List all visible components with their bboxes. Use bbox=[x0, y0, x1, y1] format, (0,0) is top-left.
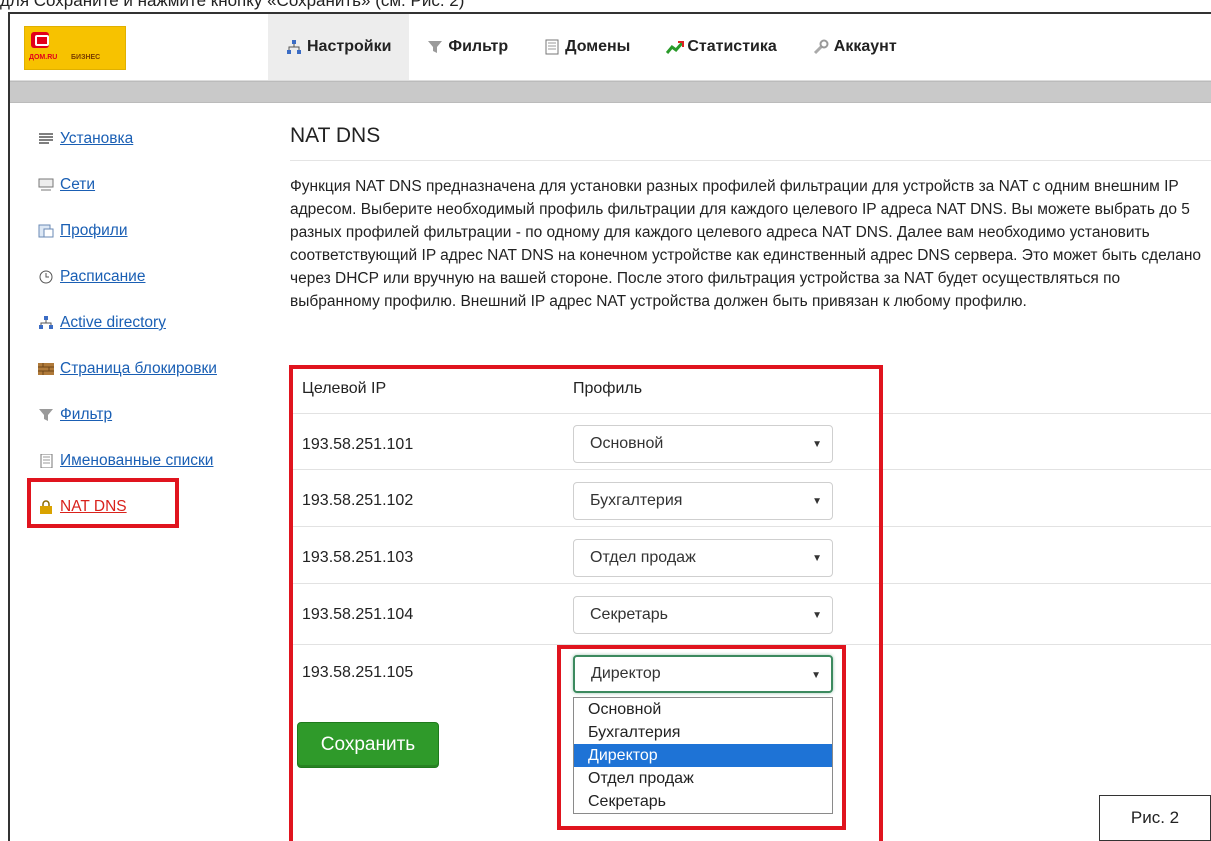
network-icon bbox=[286, 39, 302, 55]
nav-statistics[interactable]: Статистика bbox=[648, 14, 794, 80]
sidebar-item-filter[interactable]: Фильтр bbox=[38, 404, 258, 426]
sidebar-item-networks[interactable]: Сети bbox=[38, 174, 258, 196]
dropdown-highlight-box bbox=[557, 645, 846, 830]
chart-icon bbox=[666, 39, 685, 55]
figure-label: Рис. 2 bbox=[1099, 795, 1211, 841]
nav-settings[interactable]: Настройки bbox=[268, 14, 410, 80]
document-icon bbox=[544, 39, 560, 55]
nat-dns-highlight-box bbox=[27, 478, 179, 528]
sidebar-link-named-lists[interactable]: Именованные списки bbox=[60, 452, 213, 470]
filter-icon bbox=[38, 408, 54, 422]
profile-icon bbox=[38, 224, 54, 238]
list-icon bbox=[38, 132, 54, 146]
nav-statistics-label: Статистика bbox=[687, 38, 777, 55]
filter-icon bbox=[427, 39, 443, 55]
sidebar-link-install[interactable]: Установка bbox=[60, 130, 133, 148]
nav-domains-label: Домены bbox=[565, 38, 631, 55]
sidebar-item-install[interactable]: Установка bbox=[38, 128, 258, 150]
sidebar-link-active-directory[interactable]: Active directory bbox=[60, 314, 166, 332]
network-numbers-icon bbox=[38, 178, 54, 192]
top-nav: Настройки Фильтр Домены Статистика Аккау… bbox=[268, 14, 915, 80]
sidebar-item-schedule[interactable]: Расписание bbox=[38, 266, 258, 288]
app-header: ДОМ.RU БИЗНЕС Настройки Фильтр Домены Ст… bbox=[10, 14, 1211, 81]
notebook-icon bbox=[38, 453, 54, 469]
page-description: Функция NAT DNS предназначена для устано… bbox=[290, 178, 1202, 310]
sidebar-link-profiles[interactable]: Профили bbox=[60, 222, 128, 240]
nav-filter-label: Фильтр bbox=[448, 38, 509, 55]
header-gray-band bbox=[10, 81, 1211, 103]
domru-logo[interactable]: ДОМ.RU БИЗНЕС bbox=[24, 26, 126, 70]
logo-text-brand: ДОМ.RU bbox=[29, 54, 58, 61]
nav-filter[interactable]: Фильтр bbox=[409, 14, 526, 80]
directory-icon bbox=[38, 316, 54, 330]
nav-domains[interactable]: Домены bbox=[526, 14, 648, 80]
page-title: NAT DNS bbox=[290, 124, 381, 147]
nav-settings-label: Настройки bbox=[307, 38, 392, 55]
clock-icon bbox=[38, 270, 54, 284]
sidebar-item-active-directory[interactable]: Active directory bbox=[38, 312, 258, 334]
frame-left-border bbox=[8, 12, 10, 841]
wall-icon bbox=[38, 362, 54, 376]
top-cut-text: для Сохраните и нажмите кнопку «Сохранит… bbox=[0, 0, 465, 10]
sidebar-link-filter[interactable]: Фильтр bbox=[60, 406, 112, 424]
nav-account-label: Аккаунт bbox=[833, 38, 897, 55]
sidebar-link-networks[interactable]: Сети bbox=[60, 176, 95, 194]
sidebar-link-schedule[interactable]: Расписание bbox=[60, 268, 145, 286]
logo-mark-icon bbox=[31, 32, 49, 48]
title-divider bbox=[290, 160, 1211, 161]
sidebar-item-block-page[interactable]: Страница блокировки bbox=[38, 358, 258, 380]
sidebar-link-block-page[interactable]: Страница блокировки bbox=[60, 360, 217, 378]
sidebar-item-profiles[interactable]: Профили bbox=[38, 220, 258, 242]
wrench-icon bbox=[813, 39, 829, 55]
sidebar-item-named-lists[interactable]: Именованные списки bbox=[38, 450, 258, 472]
nav-account[interactable]: Аккаунт bbox=[795, 14, 915, 80]
logo-text-business: БИЗНЕС bbox=[71, 54, 101, 61]
